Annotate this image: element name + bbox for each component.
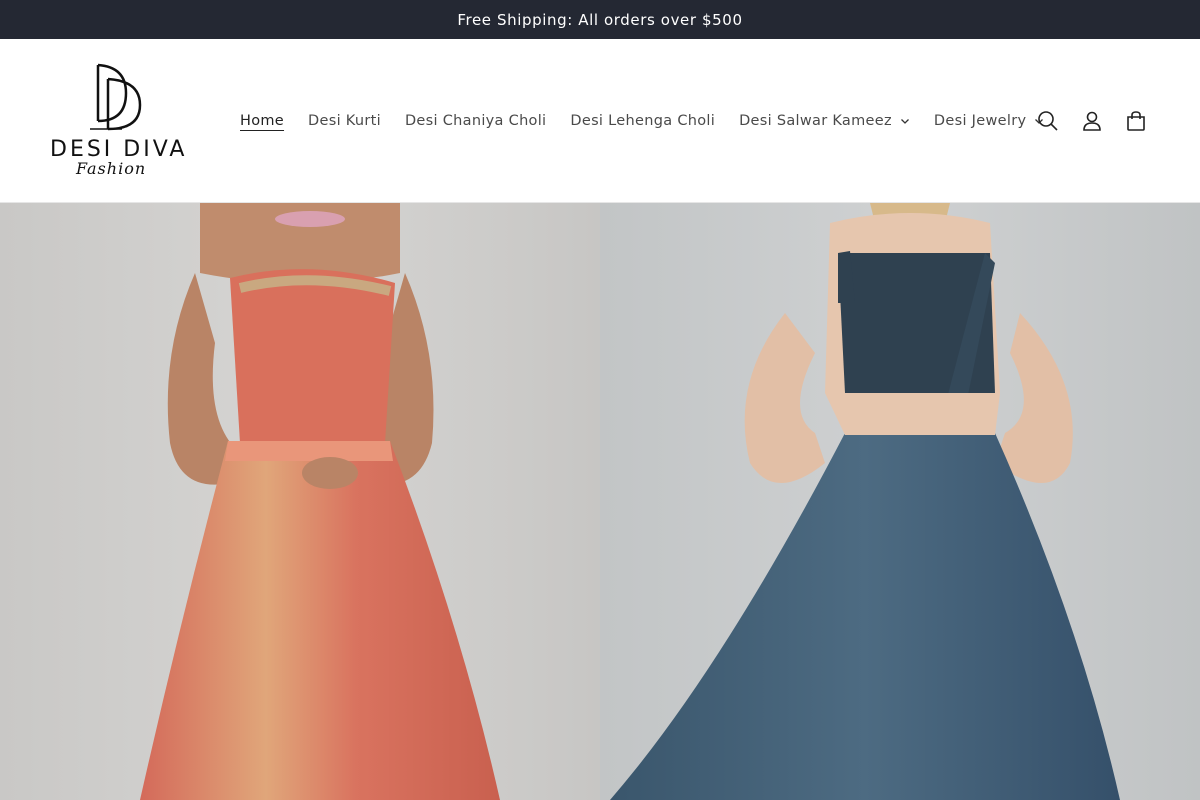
- cart-icon: [1127, 111, 1145, 131]
- brand-logo[interactable]: DESI DIVA Fashion: [46, 61, 206, 181]
- nav-item-home[interactable]: Home: [228, 113, 296, 129]
- main-nav: Home Desi Kurti Desi Chaniya Choli Desi …: [228, 109, 1056, 133]
- header-icons: [1026, 104, 1158, 138]
- search-icon: [1038, 111, 1058, 131]
- announcement-text: Free Shipping: All orders over $500: [457, 10, 743, 29]
- brand-tagline: Fashion: [76, 159, 147, 178]
- announcement-bar: Free Shipping: All orders over $500: [0, 0, 1200, 39]
- cart-button[interactable]: [1114, 104, 1158, 138]
- hero-banner: [0, 203, 1200, 800]
- nav-item-label: Desi Lehenga Choli: [570, 113, 716, 129]
- photo-model-blue-lehenga-icon: [600, 203, 1200, 800]
- hero-slide-2[interactable]: [600, 203, 1200, 800]
- nav-item-label: Desi Kurti: [308, 113, 381, 129]
- nav-item-label: Desi Salwar Kameez: [739, 113, 892, 129]
- nav-item-desi-lehenga-choli[interactable]: Desi Lehenga Choli: [558, 113, 727, 129]
- nav-item-label: Home: [240, 113, 285, 129]
- nav-item-label: Desi Jewelry: [933, 113, 1027, 129]
- account-icon: [1083, 111, 1101, 131]
- nav-item-desi-kurti[interactable]: Desi Kurti: [296, 113, 393, 129]
- nav-item-desi-chaniya-choli[interactable]: Desi Chaniya Choli: [393, 113, 558, 129]
- search-button[interactable]: [1026, 104, 1070, 138]
- monogram-icon: [90, 63, 142, 131]
- nav-item-label: Desi Chaniya Choli: [404, 113, 547, 129]
- hero-slide-1[interactable]: [0, 203, 600, 800]
- site-header: DESI DIVA Fashion Home Desi Kurti Desi C…: [0, 39, 1200, 203]
- photo-model-coral-lehenga-icon: [0, 203, 600, 800]
- chevron-down-icon: [900, 119, 909, 124]
- nav-item-desi-salwar-kameez[interactable]: Desi Salwar Kameez: [727, 113, 922, 129]
- account-button[interactable]: [1070, 104, 1114, 138]
